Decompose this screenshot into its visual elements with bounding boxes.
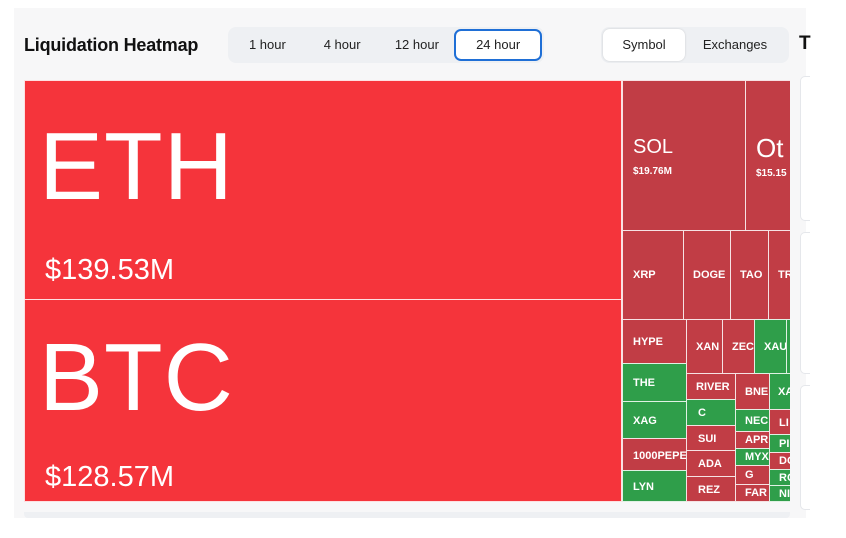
tile-others[interactable]: Ot $15.15 [745, 80, 790, 231]
tile-ro[interactable]: RO [769, 469, 790, 486]
tile-ni[interactable]: NI [769, 485, 790, 502]
tile-tr[interactable]: TR [768, 230, 790, 320]
tile-symbol: TR [778, 269, 790, 281]
tile-value: $15.15 [756, 168, 787, 179]
side-panel-card [800, 76, 810, 221]
tile-value: $139.53M [45, 254, 174, 286]
tile-eth[interactable]: ETH $139.53M [24, 80, 622, 300]
tab-symbol[interactable]: Symbol [603, 29, 685, 61]
tile-c[interactable]: C [686, 399, 736, 426]
tab-12-hour[interactable]: 12 hour [380, 29, 455, 61]
time-range-tabs: 1 hour 4 hour 12 hour 24 hour [228, 27, 544, 63]
tile-far[interactable]: FAR [735, 484, 770, 502]
tab-exchanges[interactable]: Exchanges [685, 29, 785, 61]
tile-xan[interactable]: XAN [686, 319, 723, 374]
tile-doge[interactable]: DOGE [683, 230, 731, 320]
tile-hype[interactable]: HYPE [622, 319, 687, 364]
tile-symbol: BNE [745, 386, 769, 398]
tile-symbol: THE [633, 377, 655, 389]
tile-bnb[interactable]: BNE [735, 373, 770, 410]
tile-li[interactable]: LI [769, 409, 790, 435]
tile-sui[interactable]: SUI [686, 425, 736, 451]
tile-xrp[interactable]: XRP [622, 230, 684, 320]
tile-xa[interactable]: XA [769, 373, 790, 410]
tile-symbol: LI [779, 417, 789, 429]
tile-symbol: RIVER [696, 381, 730, 393]
tile-btc[interactable]: BTC $128.57M [24, 299, 622, 502]
liquidation-treemap: ETH $139.53M BTC $128.57M SOL $19.76M Ot… [24, 80, 790, 502]
tile-ada[interactable]: ADA [686, 450, 736, 477]
tile-value: $19.76M [633, 166, 672, 177]
page-title: Liquidation Heatmap [24, 35, 199, 55]
tile-symbol: NEC [745, 415, 769, 427]
tile-symbol: ZEC [732, 341, 754, 353]
tile-river[interactable]: RIVER [686, 373, 736, 400]
tile-symbol: HYPE [633, 336, 663, 348]
tile-apr[interactable]: APR [735, 431, 770, 449]
tile-1000pepe[interactable]: 1000PEPE [622, 438, 687, 471]
tile-rez[interactable]: REZ [686, 476, 736, 502]
tile-symbol: RO [779, 472, 790, 484]
tile-xau[interactable]: XAU [754, 319, 787, 374]
tile-symbol: ETH [39, 113, 234, 220]
tile-symbol: MYX [745, 451, 769, 463]
tile-symbol: TAO [740, 269, 763, 281]
tile-symbol: DOGE [693, 269, 726, 281]
tile-symbol: XAU [764, 341, 787, 353]
tile-symbol: PI [779, 438, 790, 450]
tile-symbol: FAR [745, 487, 767, 499]
view-mode-tabs: Symbol Exchanges [601, 27, 789, 63]
tile-symbol: G [745, 469, 754, 481]
side-panel-card [800, 232, 810, 374]
bottom-divider [24, 512, 790, 518]
tab-1-hour[interactable]: 1 hour [230, 29, 305, 61]
tile-zec[interactable]: ZEC [722, 319, 755, 374]
tile-symbol: XA [778, 386, 790, 398]
tile-xag[interactable]: XAG [622, 401, 687, 439]
tile-g[interactable]: G [735, 465, 770, 485]
tab-24-hour[interactable]: 24 hour [454, 29, 542, 61]
page: Liquidation Heatmap 1 hour 4 hour 12 hou… [0, 0, 846, 538]
tile-symbol: XAN [696, 341, 720, 353]
tile-the[interactable]: THE [622, 363, 687, 402]
tile-symbol: REZ [698, 484, 720, 496]
tile-lyn[interactable]: LYN [622, 470, 687, 502]
tile-neo[interactable]: NEC [735, 409, 770, 432]
tile-symbol: NI [779, 488, 790, 500]
tile-symbol: 1000PEPE [633, 450, 687, 462]
tile-symbol: APR [745, 434, 769, 446]
tile-small-green[interactable] [786, 319, 790, 374]
tile-sol[interactable]: SOL $19.76M [622, 80, 746, 231]
tile-symbol: C [698, 407, 706, 419]
side-panel-card [800, 385, 810, 510]
tile-symbol: DO [779, 455, 790, 467]
tile-value: $128.57M [45, 461, 174, 493]
tile-myx[interactable]: MYX [735, 448, 770, 466]
tile-do[interactable]: DO [769, 452, 790, 470]
tile-symbol: SOL [633, 136, 674, 158]
tile-symbol: XAG [633, 415, 657, 427]
side-panel-heading: T [799, 33, 811, 54]
tile-pi[interactable]: PI [769, 434, 790, 453]
tab-4-hour[interactable]: 4 hour [305, 29, 380, 61]
tile-symbol: XRP [633, 269, 656, 281]
tile-tao[interactable]: TAO [730, 230, 769, 320]
tile-symbol: ADA [698, 458, 722, 470]
tile-symbol: BTC [39, 324, 234, 431]
tile-symbol: SUI [698, 433, 717, 445]
tile-symbol: Ot [756, 133, 784, 163]
tile-symbol: LYN [633, 481, 654, 493]
